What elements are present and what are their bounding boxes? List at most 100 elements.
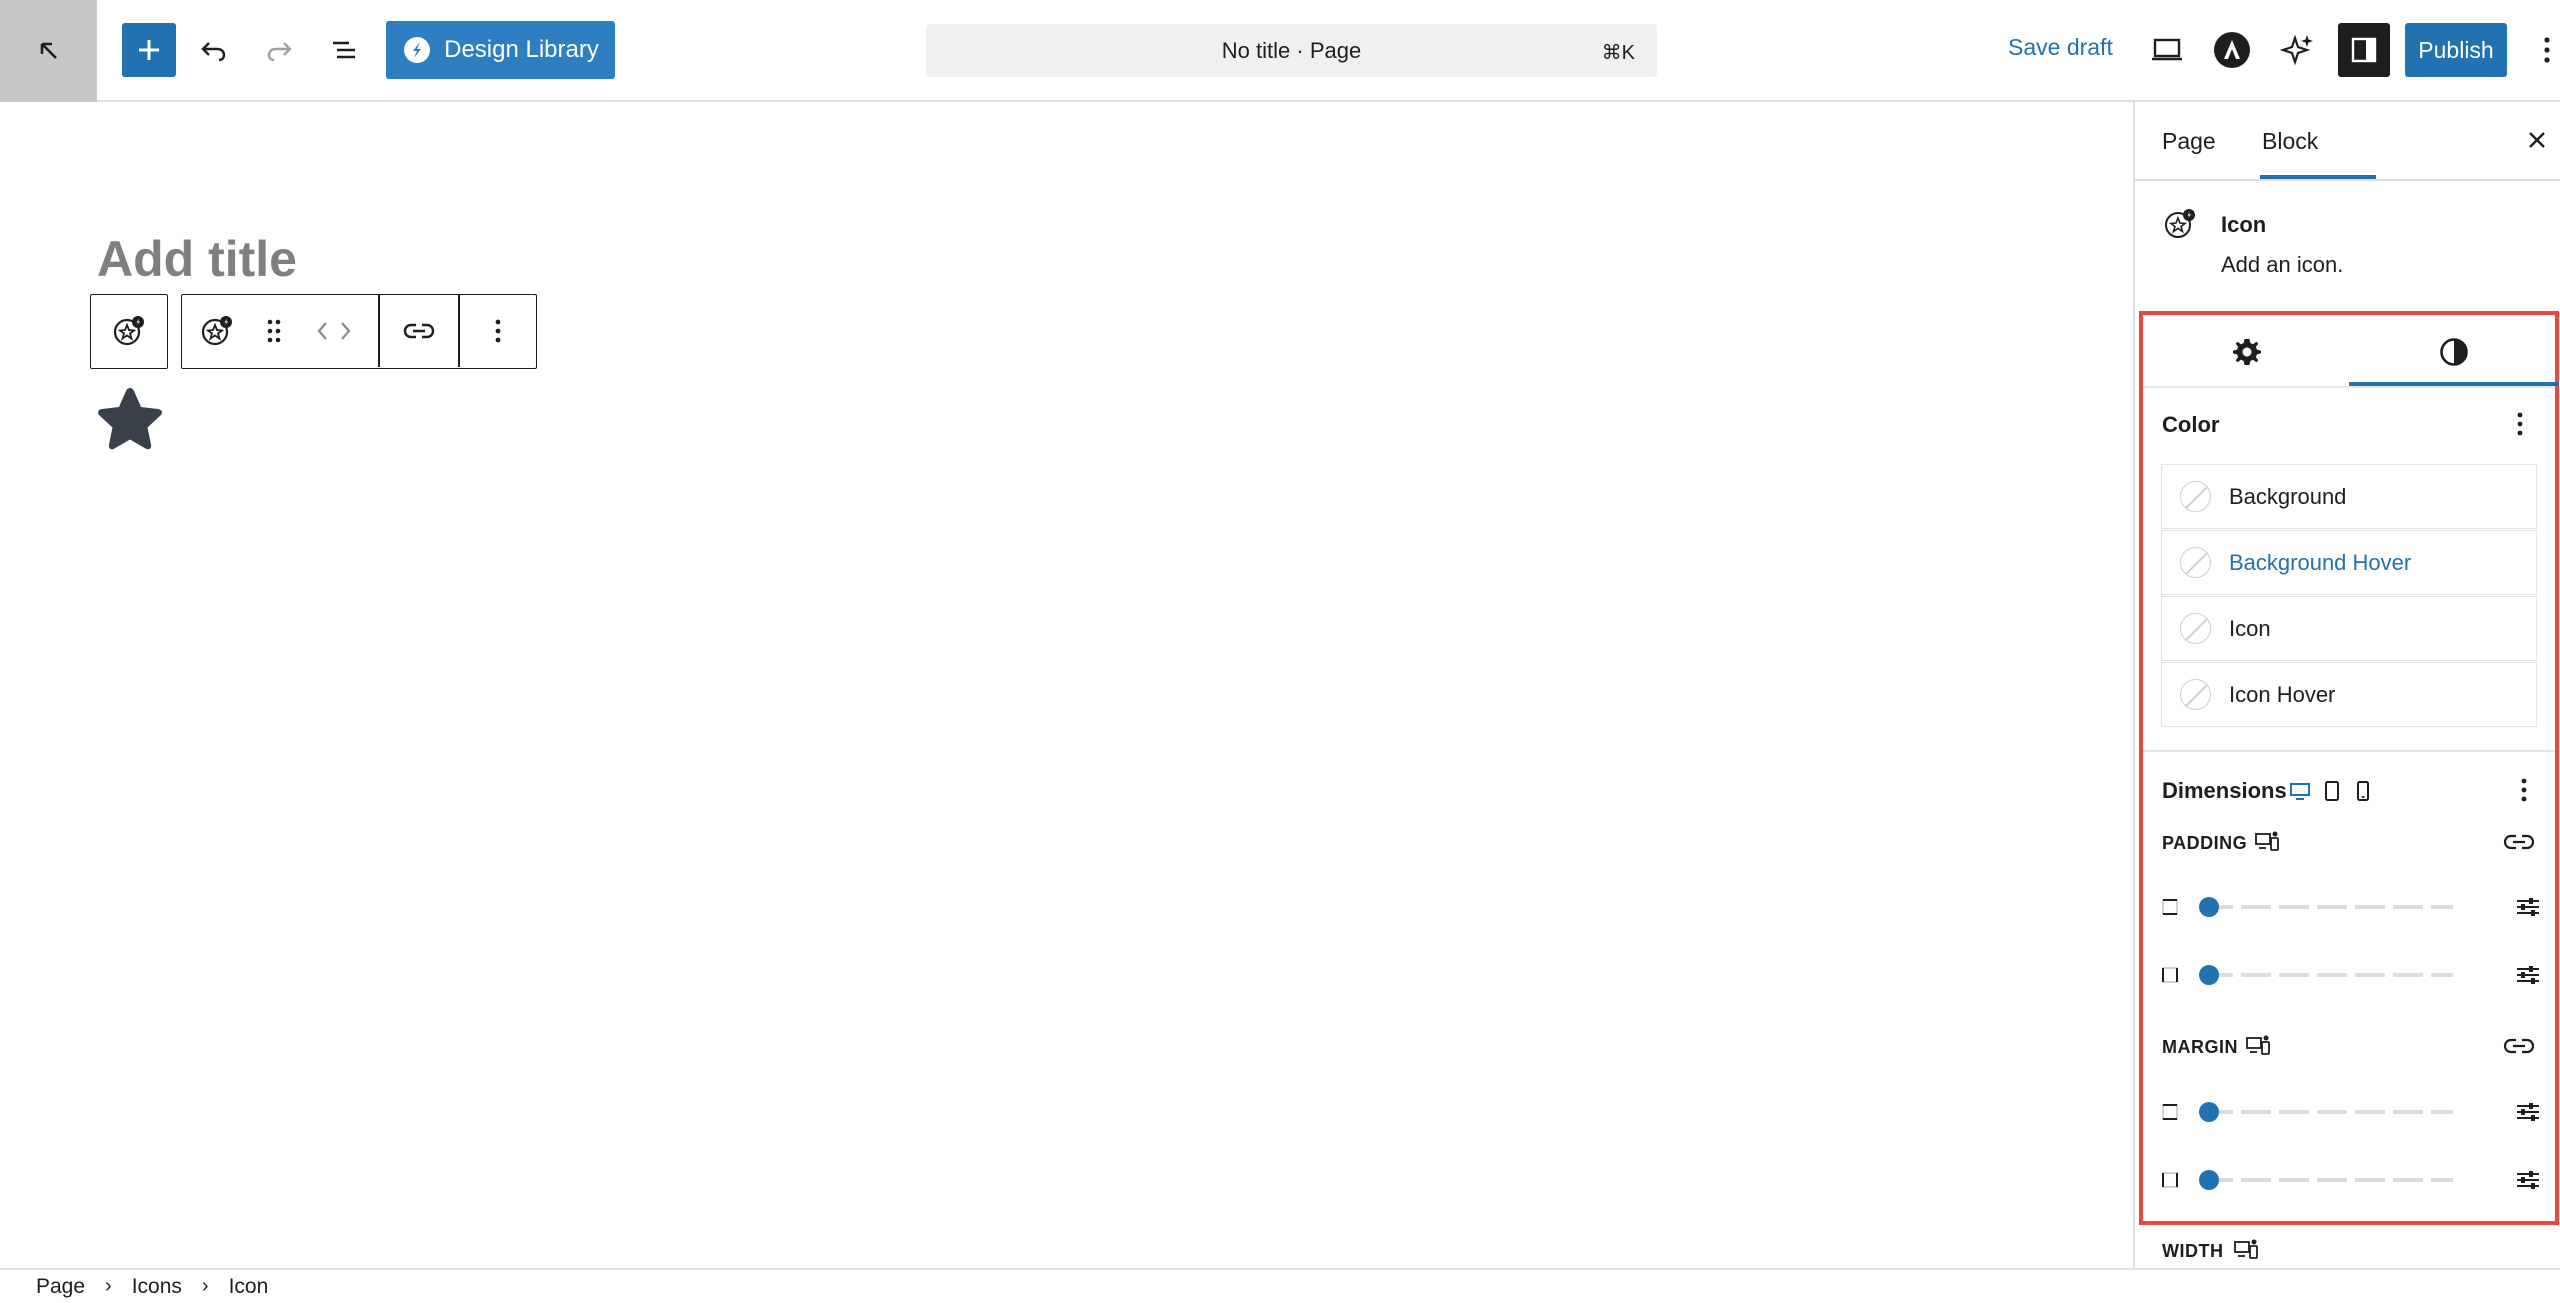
padding-vertical-slider[interactable] <box>2161 891 2551 921</box>
sparkles-icon <box>2280 34 2313 66</box>
stackable-logo-icon <box>404 37 431 63</box>
sidebar-icon <box>2351 37 2377 63</box>
color-item-icon[interactable]: Icon <box>2161 596 2537 661</box>
more-vertical-icon <box>495 319 501 343</box>
chevron-right-icon: › <box>105 1275 112 1297</box>
color-section-title: Color <box>2162 412 2220 437</box>
settings-sidebar-toggle[interactable] <box>2338 23 2390 77</box>
responsive-device-icon <box>2234 1239 2258 1259</box>
document-overview-button[interactable] <box>326 20 362 80</box>
design-library-button[interactable]: Design Library <box>386 21 615 79</box>
undo-button[interactable] <box>196 20 232 80</box>
tab-settings[interactable] <box>2147 319 2347 385</box>
ai-assistant-button[interactable] <box>2278 20 2318 80</box>
block-card-description: Add an icon. <box>2221 252 2344 277</box>
width-responsive-toggle[interactable] <box>2233 1238 2259 1262</box>
publish-button[interactable]: Publish <box>2405 23 2507 77</box>
tab-styles[interactable] <box>2349 319 2559 385</box>
sliders-settings-icon[interactable] <box>2515 1100 2541 1124</box>
command-palette-bar[interactable]: No title · Page ⌘K <box>926 24 1657 77</box>
add-block-button[interactable] <box>122 23 176 77</box>
tablet-icon <box>2325 781 2339 801</box>
block-options-button[interactable] <box>460 295 536 367</box>
close-sidebar-button[interactable] <box>2523 126 2551 154</box>
redo-button[interactable] <box>261 20 297 80</box>
sliders-settings-icon[interactable] <box>2515 1168 2541 1192</box>
arrow-up-left-icon <box>40 42 57 59</box>
block-parent-selector[interactable] <box>90 294 168 369</box>
padding-horizontal-slider[interactable] <box>2161 959 2551 989</box>
block-breadcrumb: Page › Icons › Icon <box>0 1268 2560 1303</box>
padding-link-sides-button[interactable] <box>2503 830 2535 854</box>
chevron-left-right-icon <box>317 322 351 340</box>
device-mobile-button[interactable] <box>2355 780 2371 802</box>
slider-track <box>2203 1178 2453 1182</box>
settings-sidebar: Page Block Icon Add an icon. Color Backg… <box>2133 102 2560 1268</box>
margin-responsive-toggle[interactable] <box>2245 1034 2271 1058</box>
horizontal-sides-icon <box>2162 967 2178 983</box>
document-title: No title · Page <box>1221 37 1362 63</box>
slider-thumb[interactable] <box>2199 1170 2219 1190</box>
icon-block-icon <box>2165 209 2195 238</box>
block-type-button[interactable] <box>192 295 242 367</box>
slider-track <box>2203 905 2453 909</box>
gear-icon <box>2233 339 2261 365</box>
empty-swatch-icon <box>2180 679 2211 710</box>
link-icon <box>2503 834 2535 850</box>
link-button[interactable] <box>380 295 458 367</box>
top-toolbar: Design Library No title · Page ⌘K Save d… <box>0 0 2560 102</box>
padding-label: PADDING <box>2162 833 2248 853</box>
chevron-right-icon: › <box>201 1275 209 1297</box>
color-item-label: Background <box>2229 483 2347 509</box>
preview-button[interactable] <box>2150 20 2184 80</box>
icon-block-icon <box>201 316 232 346</box>
parent-block-icon-button[interactable] <box>91 295 167 367</box>
tab-block[interactable]: Block <box>2262 128 2318 155</box>
color-options-button[interactable] <box>2515 410 2525 438</box>
margin-horizontal-slider[interactable] <box>2161 1164 2551 1194</box>
dimensions-options-button[interactable] <box>2519 776 2529 804</box>
more-vertical-icon <box>2521 778 2527 802</box>
drag-handle[interactable] <box>254 295 294 367</box>
save-draft-button[interactable]: Save draft <box>2008 34 2113 61</box>
margin-link-sides-button[interactable] <box>2503 1034 2535 1058</box>
close-icon <box>2529 132 2545 148</box>
astra-settings-button[interactable] <box>2212 20 2252 80</box>
sliders-settings-icon[interactable] <box>2515 895 2541 919</box>
empty-swatch-icon <box>2180 481 2211 512</box>
desktop-icon <box>2290 783 2310 800</box>
color-item-label: Icon Hover <box>2229 681 2336 707</box>
sliders-settings-icon[interactable] <box>2515 963 2541 987</box>
horizontal-sides-icon <box>2162 1172 2178 1188</box>
color-item-background-hover[interactable]: Background Hover <box>2161 530 2537 595</box>
drag-handle-icon <box>267 319 281 343</box>
padding-responsive-toggle[interactable] <box>2254 830 2280 854</box>
redo-icon <box>267 42 292 62</box>
icon-block-icon <box>113 316 144 346</box>
undo-icon <box>201 42 226 62</box>
slider-thumb[interactable] <box>2199 1102 2219 1122</box>
plus-icon <box>139 40 159 60</box>
device-tablet-button[interactable] <box>2323 780 2341 802</box>
move-left-right-buttons[interactable] <box>304 295 364 367</box>
mobile-icon <box>2357 781 2369 801</box>
link-icon <box>2503 1038 2535 1054</box>
breadcrumb-item[interactable]: Icons <box>132 1275 182 1299</box>
options-menu-button[interactable] <box>2537 20 2557 80</box>
tab-page[interactable]: Page <box>2162 128 2216 155</box>
color-item-icon-hover[interactable]: Icon Hover <box>2161 662 2537 727</box>
back-arrow-button[interactable] <box>0 0 97 102</box>
star-icon[interactable] <box>92 384 168 460</box>
device-desktop-button[interactable] <box>2289 780 2311 802</box>
link-icon <box>403 323 435 339</box>
vertical-sides-icon <box>2162 1104 2178 1120</box>
slider-thumb[interactable] <box>2199 897 2219 917</box>
slider-thumb[interactable] <box>2199 965 2219 985</box>
color-item-background[interactable]: Background <box>2161 464 2537 529</box>
post-title-input[interactable]: Add title <box>97 230 297 288</box>
section-divider <box>2143 750 2555 752</box>
inspector-tabs-divider <box>2143 386 2555 388</box>
breadcrumb-item[interactable]: Page <box>36 1275 85 1299</box>
slider-track <box>2203 1110 2453 1114</box>
margin-vertical-slider[interactable] <box>2161 1096 2551 1126</box>
